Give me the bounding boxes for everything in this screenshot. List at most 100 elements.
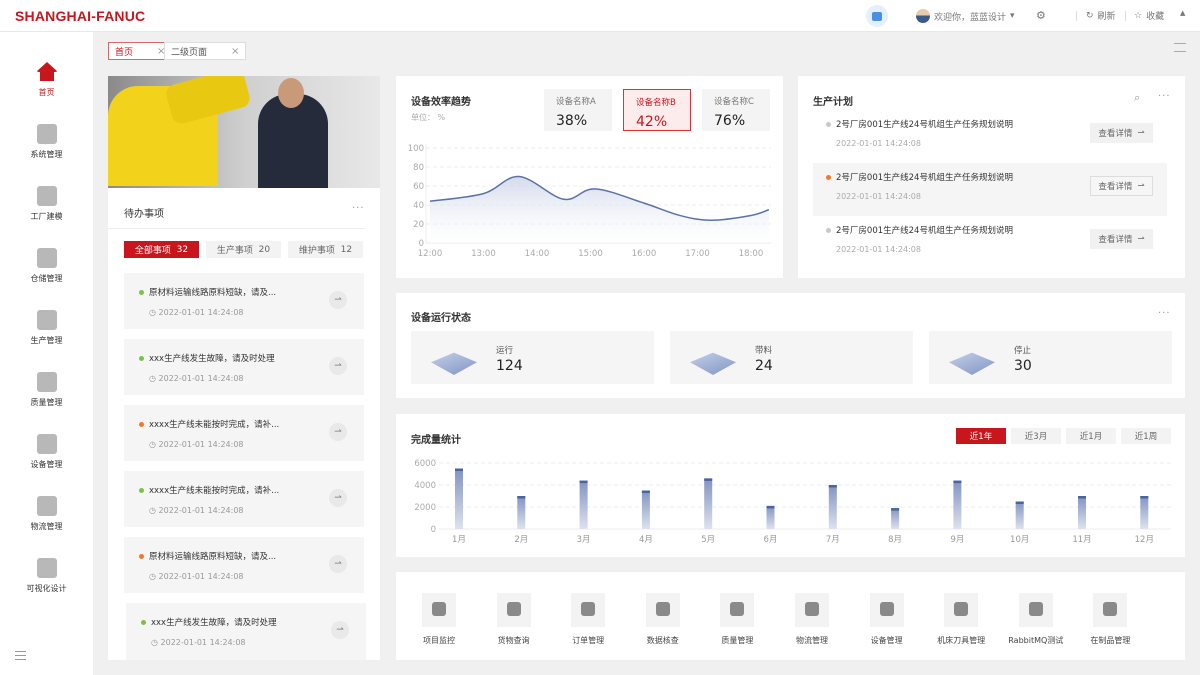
- x-tick-label: 14:00: [525, 249, 550, 259]
- todo-item[interactable]: 原材料运输线路原料短缺，请及... ◷ 2022-01-01 14:24:08 ⇀: [124, 537, 364, 593]
- monitor-icon: [645, 593, 680, 627]
- y-tick-label: 20: [413, 220, 424, 230]
- app-8[interactable]: RabbitMQ测试: [1006, 593, 1066, 646]
- sidebar-item-4[interactable]: 生产管理: [0, 310, 93, 346]
- more-icon[interactable]: ···: [352, 203, 365, 214]
- filter-0[interactable]: 全部事项 32: [124, 241, 199, 258]
- home-icon: [35, 62, 58, 81]
- close-icon[interactable]: ×: [231, 46, 239, 57]
- bar: [953, 480, 962, 529]
- view-details-button[interactable]: 查看详情 ⇀: [1090, 123, 1153, 143]
- unit-label: 单位： %: [411, 113, 446, 122]
- sidebar-item-5[interactable]: 质量管理: [0, 372, 93, 408]
- sidebar-item-7[interactable]: 物流管理: [0, 496, 93, 532]
- sidebar-item-0[interactable]: 首页: [0, 62, 93, 98]
- logo: SHANGHAI-FANUC: [15, 8, 146, 24]
- refresh-button[interactable]: ↻ 刷新: [1086, 9, 1116, 23]
- bar-cap: [1015, 501, 1024, 504]
- y-tick-label: 0: [419, 239, 424, 249]
- menu-icon[interactable]: [15, 651, 26, 660]
- y-tick-label: 60: [413, 182, 424, 192]
- todo-item[interactable]: xxx生产线发生故障，请及时处理 ◷ 2022-01-01 14:24:08 ⇀: [126, 603, 366, 660]
- todo-item[interactable]: xxxx生产线未能按时完成，请补... ◷ 2022-01-01 14:24:08…: [124, 405, 364, 461]
- sidebar-item-6[interactable]: 设备管理: [0, 434, 93, 470]
- sliders-icon: [1018, 593, 1053, 627]
- range-2[interactable]: 近1月: [1066, 428, 1116, 444]
- tab-menu-icon[interactable]: [1174, 43, 1186, 52]
- arrow-icon[interactable]: ⇀: [329, 357, 347, 375]
- todo-item[interactable]: xxxx生产线未能按时完成，请补... ◷ 2022-01-01 14:24:08…: [124, 471, 364, 527]
- metric-2[interactable]: 设备名称C 76%: [702, 89, 770, 131]
- app-6[interactable]: 设备管理: [857, 593, 917, 646]
- favorite-button[interactable]: ☆ 收藏: [1134, 9, 1164, 23]
- app-3[interactable]: 数据核查: [633, 593, 693, 646]
- status-item: 运行 124: [411, 331, 654, 384]
- bar: [1015, 501, 1024, 529]
- triangle-up-icon[interactable]: ▲: [1180, 9, 1185, 17]
- sidebar-item-3[interactable]: 仓储管理: [0, 248, 93, 284]
- star-icon: ☆: [1134, 10, 1143, 21]
- search-icon[interactable]: ⌕: [1134, 91, 1141, 105]
- more-icon[interactable]: ···: [1158, 308, 1171, 319]
- bar: [579, 480, 588, 529]
- app-5[interactable]: 物流管理: [782, 593, 842, 646]
- x-tick-label: 16:00: [632, 249, 657, 259]
- arrow-icon[interactable]: ⇀: [329, 291, 347, 309]
- x-tick-label: 11月: [1072, 535, 1091, 545]
- app-9[interactable]: 在制品管理: [1080, 593, 1140, 646]
- arrow-icon[interactable]: ⇀: [329, 489, 347, 507]
- more-icon[interactable]: ···: [1158, 91, 1171, 102]
- todo-item[interactable]: 原材料运输线路原料短缺，请及... ◷ 2022-01-01 14:24:08 ⇀: [124, 273, 364, 329]
- tab-0[interactable]: 首页 ×: [108, 42, 173, 60]
- user-menu[interactable]: 欢迎你，蓝蓝设计 ▾: [916, 9, 1015, 23]
- bar-cap: [828, 485, 837, 488]
- sidebar-item-8[interactable]: 可视化设计: [0, 558, 93, 594]
- app-4[interactable]: 质量管理: [707, 593, 767, 646]
- status-dot: [139, 554, 144, 559]
- plan-title: 生产计划: [813, 97, 853, 108]
- bar-cap: [766, 505, 775, 509]
- app-2[interactable]: 订单管理: [558, 593, 618, 646]
- todo-item[interactable]: xxx生产线发生故障，请及时处理 ◷ 2022-01-01 14:24:08 ⇀: [124, 339, 364, 395]
- warehouse-icon: [36, 248, 57, 268]
- y-tick-label: 4000: [414, 481, 436, 491]
- bar-cap: [953, 480, 962, 484]
- sidebar-item-1[interactable]: 系统管理: [0, 124, 93, 160]
- tab-1[interactable]: 二级页面 ×: [164, 42, 247, 60]
- range-3[interactable]: 近1周: [1121, 428, 1171, 444]
- gear-icon[interactable]: ⚙: [1036, 9, 1046, 22]
- avatar: [916, 9, 930, 23]
- bar: [1140, 496, 1149, 529]
- arrow-icon[interactable]: ⇀: [331, 621, 349, 639]
- filter-2[interactable]: 维护事项 12: [288, 241, 363, 258]
- books-icon: [36, 496, 57, 516]
- arrow-icon[interactable]: ⇀: [329, 423, 347, 441]
- metric-1[interactable]: 设备名称B 42%: [623, 89, 691, 131]
- welcome-text: 欢迎你，蓝蓝设计: [934, 12, 1007, 23]
- x-tick-label: 17:00: [685, 249, 710, 259]
- filter-1[interactable]: 生产事项 20: [206, 241, 281, 258]
- app-7[interactable]: 机床刀具管理: [931, 593, 991, 646]
- calendar-icon[interactable]: [866, 5, 888, 27]
- clock-icon: ◷: [149, 374, 159, 383]
- x-tick-label: 9月: [950, 535, 964, 545]
- bar: [704, 478, 713, 529]
- y-tick-label: 2000: [414, 503, 436, 513]
- app-0[interactable]: 项目监控: [409, 593, 469, 646]
- completion-title: 完成量统计: [411, 435, 461, 446]
- range-1[interactable]: 近3月: [1011, 428, 1061, 444]
- bar: [517, 496, 526, 529]
- sidebar-item-2[interactable]: 工厂建模: [0, 186, 93, 222]
- range-0[interactable]: 近1年: [956, 428, 1006, 444]
- clock-icon: ◷: [149, 440, 159, 449]
- bar-cap: [517, 496, 526, 499]
- app-1[interactable]: 货物查询: [484, 593, 544, 646]
- bar-cap: [891, 508, 900, 511]
- plan-item: 2号厂房001生产线24号机组生产任务规划说明 2022-01-01 14:24:…: [813, 216, 1167, 269]
- metric-0[interactable]: 设备名称A 38%: [544, 89, 612, 131]
- status-dot: [139, 290, 144, 295]
- view-details-button[interactable]: 查看详情 ⇀: [1090, 176, 1153, 196]
- arrow-icon[interactable]: ⇀: [329, 555, 347, 573]
- diamond-icon: [36, 372, 57, 392]
- view-details-button[interactable]: 查看详情 ⇀: [1090, 229, 1153, 249]
